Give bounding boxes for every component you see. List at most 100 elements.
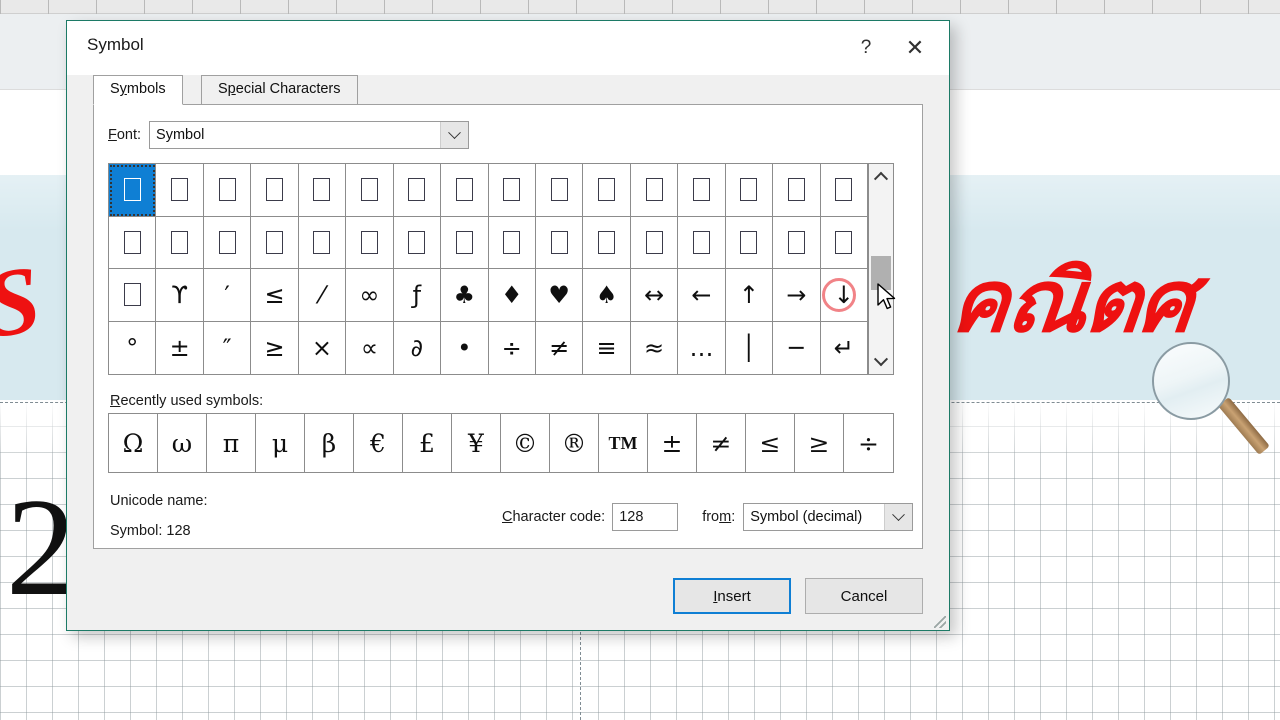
symbol-cell[interactable]: ≥ [251, 321, 299, 374]
symbol-cell[interactable] [773, 164, 821, 217]
symbol-cell[interactable]: ⁄ [298, 269, 347, 322]
symbol-grid-scrollbar[interactable] [868, 163, 894, 375]
symbol-cell[interactable] [725, 216, 774, 269]
symbol-cell[interactable]: ÷ [489, 321, 536, 374]
symbol-cell[interactable]: ≈ [631, 321, 679, 374]
font-select[interactable]: Symbol [149, 121, 470, 149]
symbol-cell[interactable] [773, 216, 821, 269]
recent-symbol-cell[interactable]: β [305, 414, 354, 472]
recent-symbol-cell[interactable]: ± [648, 414, 697, 472]
symbol-cell[interactable] [156, 216, 204, 269]
close-icon[interactable]: ✕ [889, 28, 941, 68]
symbol-cell[interactable] [109, 216, 157, 269]
symbol-cell[interactable] [441, 216, 489, 269]
recent-symbol-cell[interactable]: ¥ [452, 414, 501, 472]
symbol-cell[interactable] [820, 216, 868, 269]
symbol-cell[interactable]: ♠ [583, 269, 631, 322]
symbol-cell[interactable]: ≡ [583, 321, 631, 374]
recent-symbol-cell[interactable]: π [207, 414, 256, 472]
tab-special-characters[interactable]: Special Characters [201, 75, 358, 105]
symbol-cell[interactable] [583, 216, 631, 269]
symbol-cell[interactable]: │ [726, 321, 774, 374]
symbol-cell[interactable] [488, 164, 536, 217]
help-icon[interactable]: ? [843, 28, 889, 68]
symbol-cell[interactable]: ∂ [394, 321, 442, 374]
symbol-grid[interactable]: ϒ ′ ≤ ⁄ ∞ ƒ ♣ ♦ ♥ ♠ ↔ ← ↑ → ↓ ° ± ″ ≥ × ∝ ∂ • ÷ ≠ ≡ ≈ … │ ─ ↵ [108, 163, 868, 375]
symbol-cell[interactable] [441, 164, 489, 217]
chevron-down-icon[interactable] [440, 122, 469, 148]
recent-symbol-cell[interactable]: Ω [109, 414, 158, 472]
recent-symbol-cell[interactable]: ® [550, 414, 599, 472]
symbol-cell[interactable]: ♦ [488, 269, 536, 322]
symbol-cell[interactable] [535, 216, 584, 269]
symbol-cell[interactable] [203, 164, 252, 217]
character-code-input[interactable]: 128 [612, 503, 679, 531]
symbol-cell[interactable]: ∝ [346, 321, 394, 374]
symbol-cell[interactable]: ′ [203, 269, 252, 322]
chevron-down-icon[interactable] [884, 504, 913, 530]
symbol-cell[interactable]: ± [156, 321, 204, 374]
symbol-cell[interactable]: … [678, 321, 726, 374]
tab-special-accel: p [227, 81, 236, 97]
symbol-cell[interactable]: ↓ [820, 269, 868, 322]
cancel-button[interactable]: Cancel [805, 578, 923, 614]
symbol-cell[interactable] [109, 269, 157, 322]
tab-symbols[interactable]: Symbols [93, 75, 183, 105]
symbol-cell[interactable]: ≤ [251, 269, 299, 322]
symbol-cell[interactable]: ↑ [725, 269, 774, 322]
resize-grip[interactable] [934, 616, 946, 628]
symbol-cell[interactable] [393, 164, 442, 217]
symbol-cell[interactable] [203, 216, 252, 269]
recent-symbol-cell[interactable]: ≤ [746, 414, 795, 472]
symbol-cell[interactable]: ← [678, 269, 726, 322]
symbol-cell[interactable] [346, 216, 394, 269]
recent-symbol-cell[interactable]: © [501, 414, 550, 472]
symbol-cell[interactable]: × [299, 321, 347, 374]
symbol-cell[interactable]: ° [109, 321, 157, 374]
tab-special-post: ecial Characters [235, 81, 341, 97]
symbol-cell[interactable]: ∞ [346, 269, 394, 322]
recent-symbols-grid[interactable]: Ωω π μ β € £ ¥ © ® TM ± ≠ ≤ ≥ ÷ [108, 413, 894, 473]
insert-button[interactable]: Insert [673, 578, 791, 614]
symbol-cell[interactable]: ♣ [441, 269, 489, 322]
symbol-cell[interactable] [109, 164, 157, 217]
symbol-cell[interactable]: ♥ [535, 269, 584, 322]
recent-symbol-cell[interactable]: ÷ [844, 414, 893, 472]
dialog-footer: Insert Cancel [673, 578, 923, 614]
recent-symbol-cell[interactable]: ≠ [697, 414, 746, 472]
symbol-cell[interactable] [678, 216, 726, 269]
recent-symbol-cell[interactable]: € [354, 414, 403, 472]
symbol-cell[interactable] [251, 216, 299, 269]
symbol-cell[interactable] [251, 164, 299, 217]
symbol-cell[interactable]: • [441, 321, 489, 374]
symbol-cell[interactable]: ─ [773, 321, 821, 374]
recent-symbol-cell[interactable]: £ [403, 414, 452, 472]
from-select[interactable]: Symbol (decimal) [743, 503, 914, 531]
symbol-cell[interactable] [393, 216, 442, 269]
symbol-cell[interactable]: ƒ [393, 269, 442, 322]
symbol-cell[interactable] [678, 164, 726, 217]
symbol-cell[interactable] [346, 164, 394, 217]
symbol-cell[interactable] [488, 216, 536, 269]
symbol-cell[interactable] [298, 216, 347, 269]
symbol-cell[interactable] [630, 164, 679, 217]
recent-symbol-cell[interactable]: TM [599, 414, 648, 472]
symbol-cell[interactable]: → [773, 269, 821, 322]
recent-symbol-cell[interactable]: ω [158, 414, 207, 472]
symbol-cell[interactable] [298, 164, 347, 217]
symbol-cell[interactable] [630, 216, 679, 269]
symbol-cell[interactable]: ≠ [536, 321, 584, 374]
scroll-down-icon[interactable] [869, 350, 893, 374]
symbol-cell[interactable]: ϒ [156, 269, 204, 322]
symbol-cell[interactable] [820, 164, 868, 217]
scroll-up-icon[interactable] [869, 164, 893, 188]
symbol-cell[interactable]: ↵ [821, 321, 868, 374]
symbol-cell[interactable]: ″ [204, 321, 252, 374]
symbol-cell[interactable] [583, 164, 631, 217]
symbol-cell[interactable]: ↔ [630, 269, 679, 322]
symbol-cell[interactable] [725, 164, 774, 217]
symbol-cell[interactable] [156, 164, 204, 217]
symbol-cell[interactable] [535, 164, 584, 217]
recent-symbol-cell[interactable]: μ [256, 414, 305, 472]
recent-symbol-cell[interactable]: ≥ [795, 414, 844, 472]
